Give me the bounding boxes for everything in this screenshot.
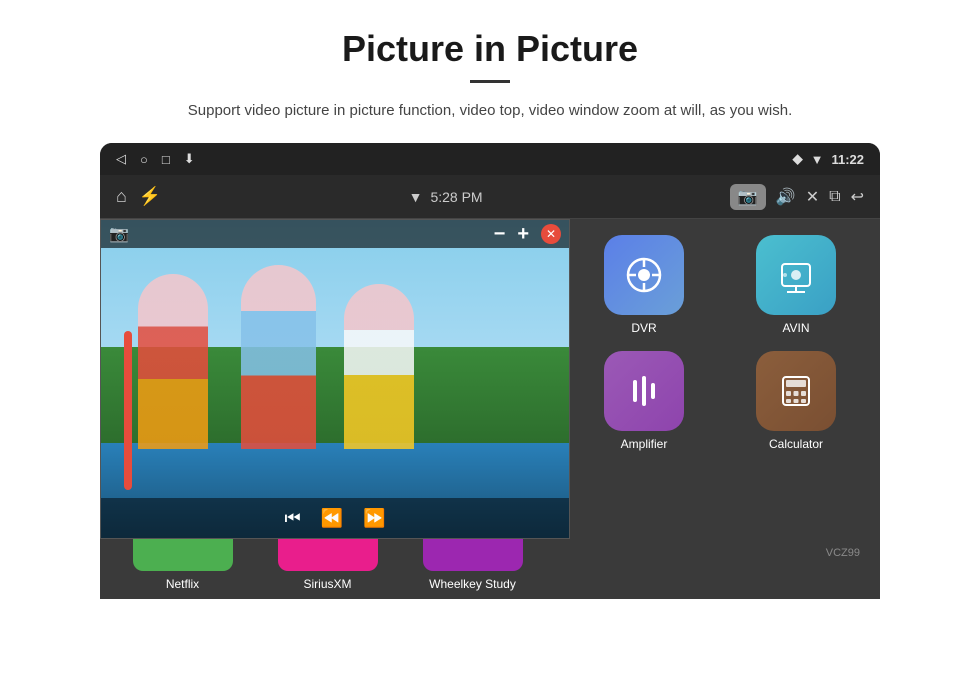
back-toolbar-icon[interactable]: ↩ xyxy=(851,187,864,207)
camera-button[interactable]: 📷 xyxy=(730,184,766,210)
dvr-icon-button[interactable] xyxy=(604,235,684,315)
status-bar-right: ◆ ▼ 11:22 xyxy=(793,151,864,167)
title-divider xyxy=(470,80,510,83)
dvr-label: DVR xyxy=(631,321,656,335)
siriusxm-label: SiriusXM xyxy=(303,577,351,599)
app-item-calculator: Calculator xyxy=(728,351,864,451)
back-nav-icon[interactable]: ◁ xyxy=(116,151,126,167)
location-icon: ◆ xyxy=(793,151,803,167)
toolbar-left: ⌂ ⚡ xyxy=(116,186,161,207)
app-item-amplifier: Amplifier xyxy=(576,351,712,451)
amplifier-icon-button[interactable] xyxy=(604,351,684,431)
person-2 xyxy=(241,265,316,449)
home-icon[interactable]: ⌂ xyxy=(116,186,127,207)
amplifier-svg-icon xyxy=(625,372,663,410)
pip-close-button[interactable]: ✕ xyxy=(541,224,561,244)
download-icon: ⬇ xyxy=(184,151,195,167)
pip-zoom-out[interactable]: − xyxy=(494,223,506,246)
calculator-icon-button[interactable] xyxy=(756,351,836,431)
person-3 xyxy=(344,284,414,449)
pip-toolbar-icon[interactable]: ⧉ xyxy=(829,188,840,206)
calculator-label: Calculator xyxy=(769,437,823,451)
usb-icon: ⚡ xyxy=(139,186,161,207)
wheelkey-label: Wheelkey Study xyxy=(429,577,516,599)
wifi-status-icon: ▼ xyxy=(811,152,824,167)
avin-icon-button[interactable] xyxy=(756,235,836,315)
toolbar-time: 5:28 PM xyxy=(430,189,482,205)
watermark: VCZ99 xyxy=(826,547,860,559)
person-1 xyxy=(138,274,208,449)
device-frame: ◁ ○ □ ⬇ ◆ ▼ 11:22 ⌂ ⚡ ▼ 5:28 PM 📷 🔊 ✕ ⧉ … xyxy=(100,143,880,599)
home-nav-icon[interactable]: ○ xyxy=(140,152,148,167)
page-description: Support video picture in picture functio… xyxy=(80,99,900,123)
app-item-avin: AVIN xyxy=(728,235,864,335)
pip-skip-back[interactable]: ⏮ xyxy=(284,508,300,529)
page-title: Picture in Picture xyxy=(80,28,900,70)
pole xyxy=(124,331,132,490)
pip-forward[interactable]: ⏩ xyxy=(363,508,385,529)
status-bar-left: ◁ ○ □ ⬇ xyxy=(116,151,195,167)
pip-camera-icon: 📷 xyxy=(109,224,129,244)
pip-top-controls: − + ✕ xyxy=(494,223,561,246)
netflix-label: Netflix xyxy=(166,577,199,599)
app-grid: DVR AVIN xyxy=(560,219,880,599)
pip-rewind[interactable]: ⏪ xyxy=(321,508,343,529)
avin-svg-icon xyxy=(777,256,815,294)
status-bar: ◁ ○ □ ⬇ ◆ ▼ 11:22 xyxy=(100,143,880,175)
wifi-toolbar-icon: ▼ xyxy=(409,189,423,205)
volume-icon[interactable]: 🔊 xyxy=(776,187,796,207)
toolbar-center: ▼ 5:28 PM xyxy=(409,189,483,205)
toolbar-right: 📷 🔊 ✕ ⧉ ↩ xyxy=(730,184,864,210)
pip-header: 📷 − + ✕ xyxy=(101,220,569,248)
app-item-dvr: DVR xyxy=(576,235,712,335)
avin-label: AVIN xyxy=(782,321,809,335)
amplifier-label: Amplifier xyxy=(621,437,668,451)
close-toolbar-icon[interactable]: ✕ xyxy=(806,187,819,207)
dvr-svg-icon xyxy=(624,255,664,295)
page-header: Picture in Picture Support video picture… xyxy=(0,0,980,143)
main-content: 📷 − + ✕ xyxy=(100,219,880,599)
video-scene xyxy=(101,220,569,538)
calculator-svg-icon xyxy=(777,372,815,410)
app-toolbar: ⌂ ⚡ ▼ 5:28 PM 📷 🔊 ✕ ⧉ ↩ xyxy=(100,175,880,219)
pip-video-container: 📷 − + ✕ xyxy=(100,219,570,539)
pip-controls-bottom: ⏮ ⏪ ⏩ xyxy=(101,498,569,538)
pip-zoom-in[interactable]: + xyxy=(517,223,529,246)
status-time: 11:22 xyxy=(831,152,864,167)
recent-nav-icon[interactable]: □ xyxy=(162,152,170,167)
